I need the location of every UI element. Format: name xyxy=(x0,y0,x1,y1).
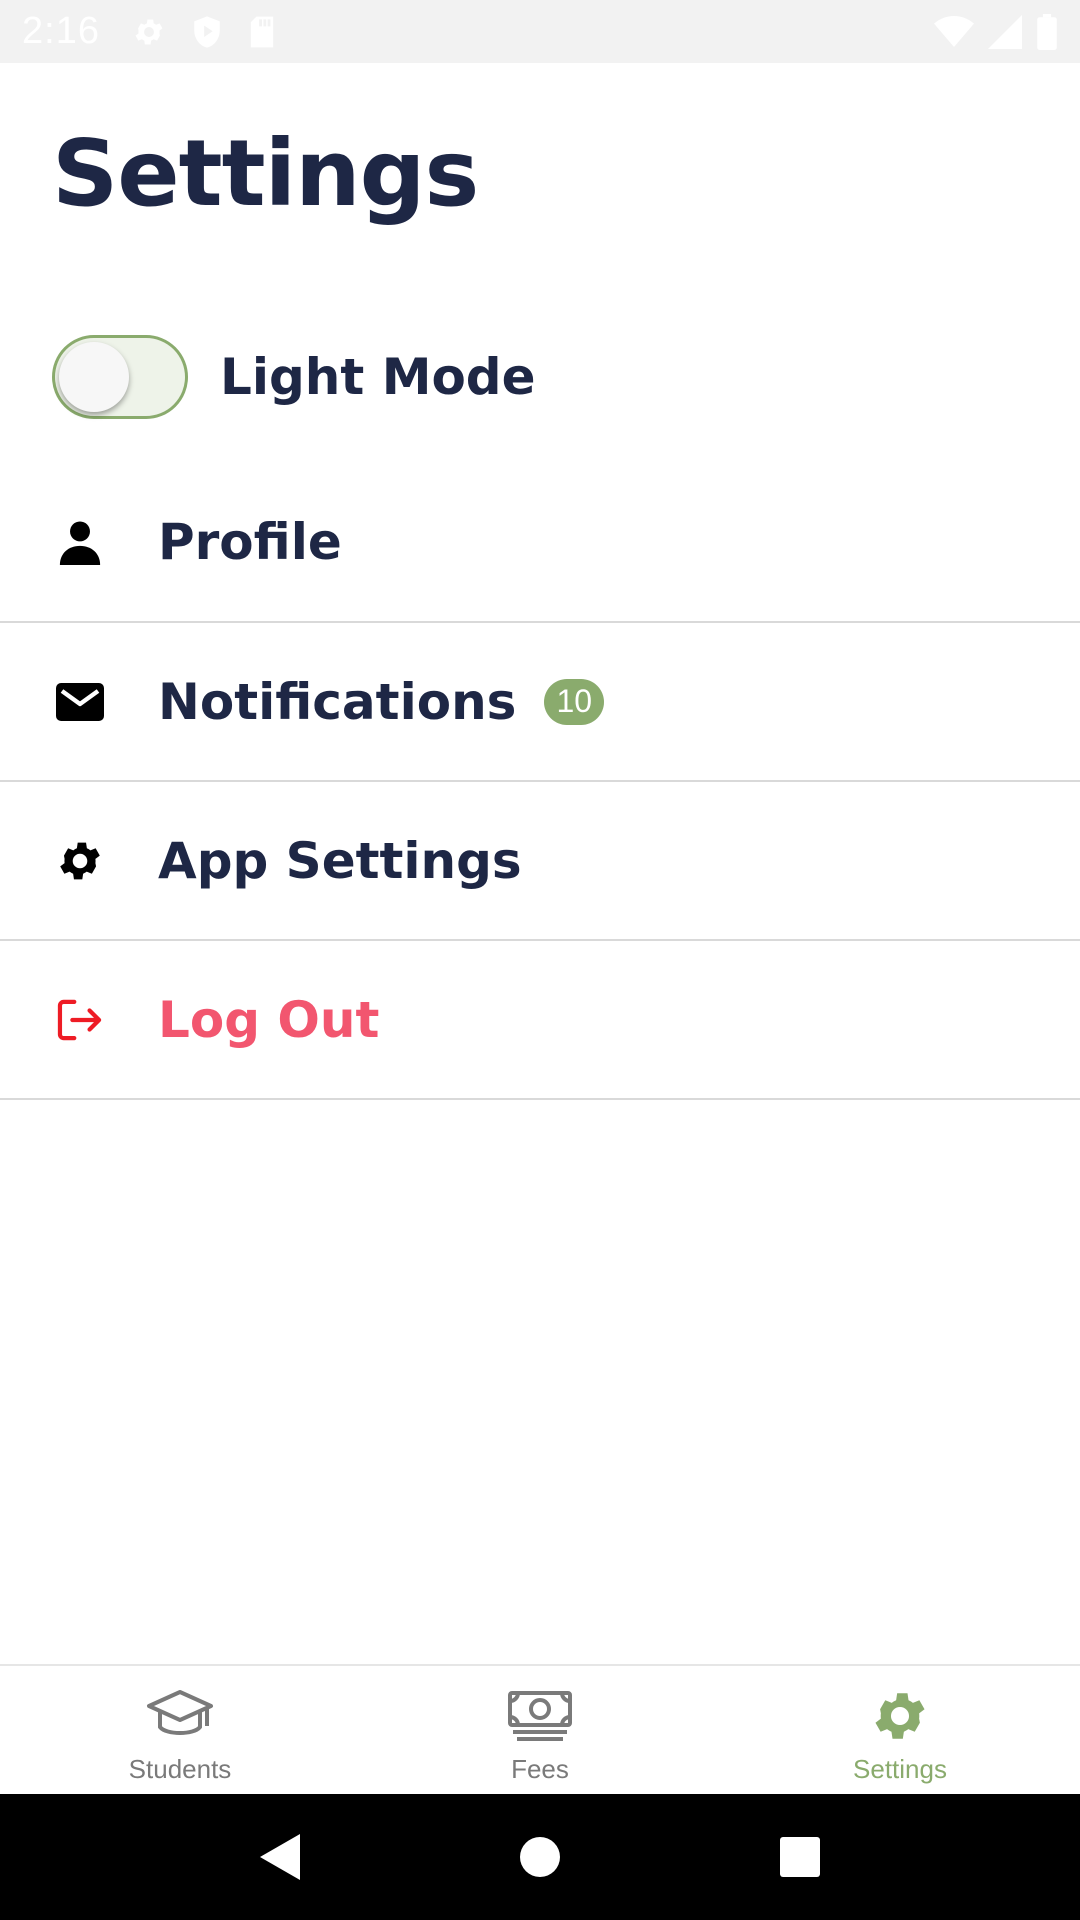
page-title: Settings xyxy=(52,120,479,227)
menu-item-profile[interactable]: Profile xyxy=(0,463,1080,623)
light-mode-toggle[interactable] xyxy=(52,335,188,419)
sd-card-icon xyxy=(248,15,276,49)
tab-label: Settings xyxy=(853,1754,947,1784)
settings-menu: Profile Notifications 10 App Settings Lo… xyxy=(0,463,1080,1100)
menu-item-label: Notifications xyxy=(158,672,517,731)
toggle-knob xyxy=(59,342,129,412)
tab-fees[interactable]: Fees xyxy=(360,1666,720,1794)
logout-icon xyxy=(52,992,108,1048)
menu-item-label: Profile xyxy=(158,513,342,571)
status-right-icons xyxy=(934,13,1058,50)
gear-icon xyxy=(869,1684,931,1748)
menu-item-log-out[interactable]: Log Out xyxy=(0,941,1080,1100)
tab-label: Fees xyxy=(511,1754,569,1784)
person-icon xyxy=(52,514,108,570)
light-mode-row: Light Mode xyxy=(52,334,536,420)
light-mode-label: Light Mode xyxy=(220,348,536,406)
battery-icon xyxy=(1036,13,1058,50)
tab-students[interactable]: Students xyxy=(0,1666,360,1794)
graduation-cap-icon xyxy=(146,1684,214,1748)
status-bar: 2:16 xyxy=(0,0,1080,63)
gear-icon xyxy=(132,15,166,49)
tab-settings[interactable]: Settings xyxy=(720,1666,1080,1794)
menu-item-label: Log Out xyxy=(158,990,380,1049)
shield-play-icon xyxy=(192,15,222,49)
menu-item-label: App Settings xyxy=(158,831,522,890)
bottom-tab-bar: Students Fees Settings xyxy=(0,1664,1080,1794)
recents-icon[interactable] xyxy=(760,1817,840,1897)
money-bill-icon xyxy=(507,1684,573,1748)
tab-label: Students xyxy=(128,1754,232,1784)
system-nav-bar xyxy=(0,1794,1080,1920)
status-left-icons xyxy=(132,15,276,49)
menu-item-notifications[interactable]: Notifications 10 xyxy=(0,623,1080,782)
cell-signal-icon xyxy=(988,14,1022,49)
wifi-icon xyxy=(934,15,974,49)
notifications-count-badge: 10 xyxy=(544,678,605,725)
status-time: 2:16 xyxy=(22,10,100,52)
envelope-icon xyxy=(52,674,108,730)
back-icon[interactable] xyxy=(240,1817,320,1897)
menu-item-app-settings[interactable]: App Settings xyxy=(0,782,1080,941)
home-icon[interactable] xyxy=(500,1817,580,1897)
gear-icon xyxy=(52,833,108,889)
